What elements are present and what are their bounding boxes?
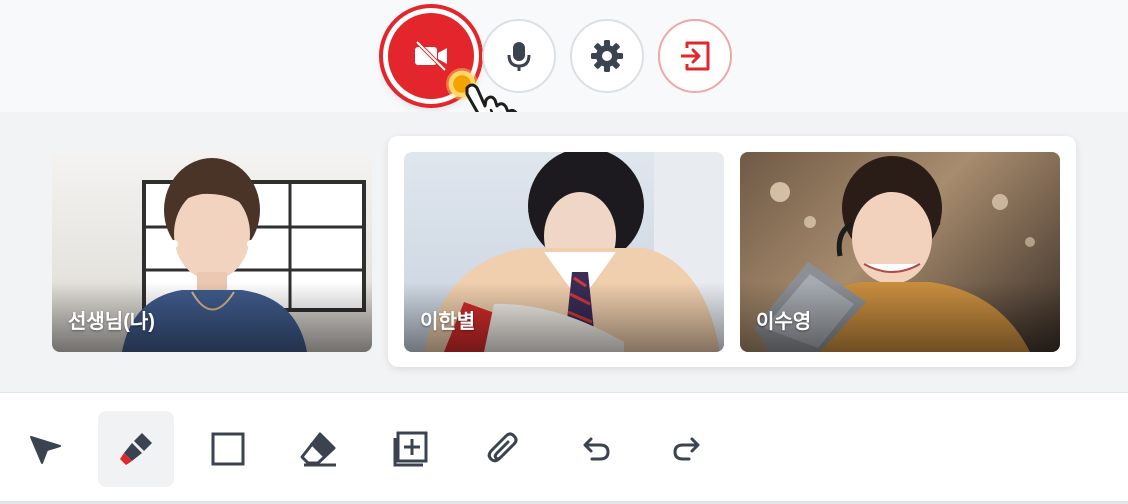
undo-button[interactable]: [558, 411, 634, 487]
pointer-tool-button[interactable]: [7, 411, 83, 487]
gear-icon: [591, 40, 623, 72]
rectangle-tool-button[interactable]: [190, 411, 266, 487]
highlighter-tool-button[interactable]: [98, 411, 174, 487]
eraser-icon: [300, 432, 336, 467]
undo-icon: [583, 437, 610, 461]
add-page-tool-button[interactable]: [373, 411, 449, 487]
eraser-tool-button[interactable]: [281, 411, 357, 487]
redo-icon: [673, 437, 700, 461]
add-page-icon: [393, 431, 428, 467]
participant-name: 이한별: [420, 311, 476, 333]
participant-tile-student-2[interactable]: 이수영: [740, 152, 1060, 352]
settings-button[interactable]: [570, 19, 644, 93]
video-off-icon: [415, 40, 447, 72]
exit-icon: [681, 41, 710, 71]
pointer-icon: [30, 436, 61, 464]
attach-tool-button[interactable]: [465, 411, 541, 487]
participant-name: 선생님(나): [68, 311, 155, 333]
microphone-icon: [507, 42, 531, 71]
drawing-toolbar: [0, 392, 1128, 504]
highlighter-icon: [120, 433, 152, 465]
participant-tile-student-1[interactable]: 이한별: [404, 152, 724, 352]
leave-button[interactable]: [658, 19, 732, 93]
rectangle-icon: [211, 432, 245, 466]
participant-name: 이수영: [756, 311, 812, 333]
paperclip-icon: [487, 432, 518, 463]
call-controls-bar: [0, 0, 1128, 112]
participant-tile-teacher[interactable]: 선생님(나): [52, 152, 372, 352]
redo-button[interactable]: [649, 411, 725, 487]
